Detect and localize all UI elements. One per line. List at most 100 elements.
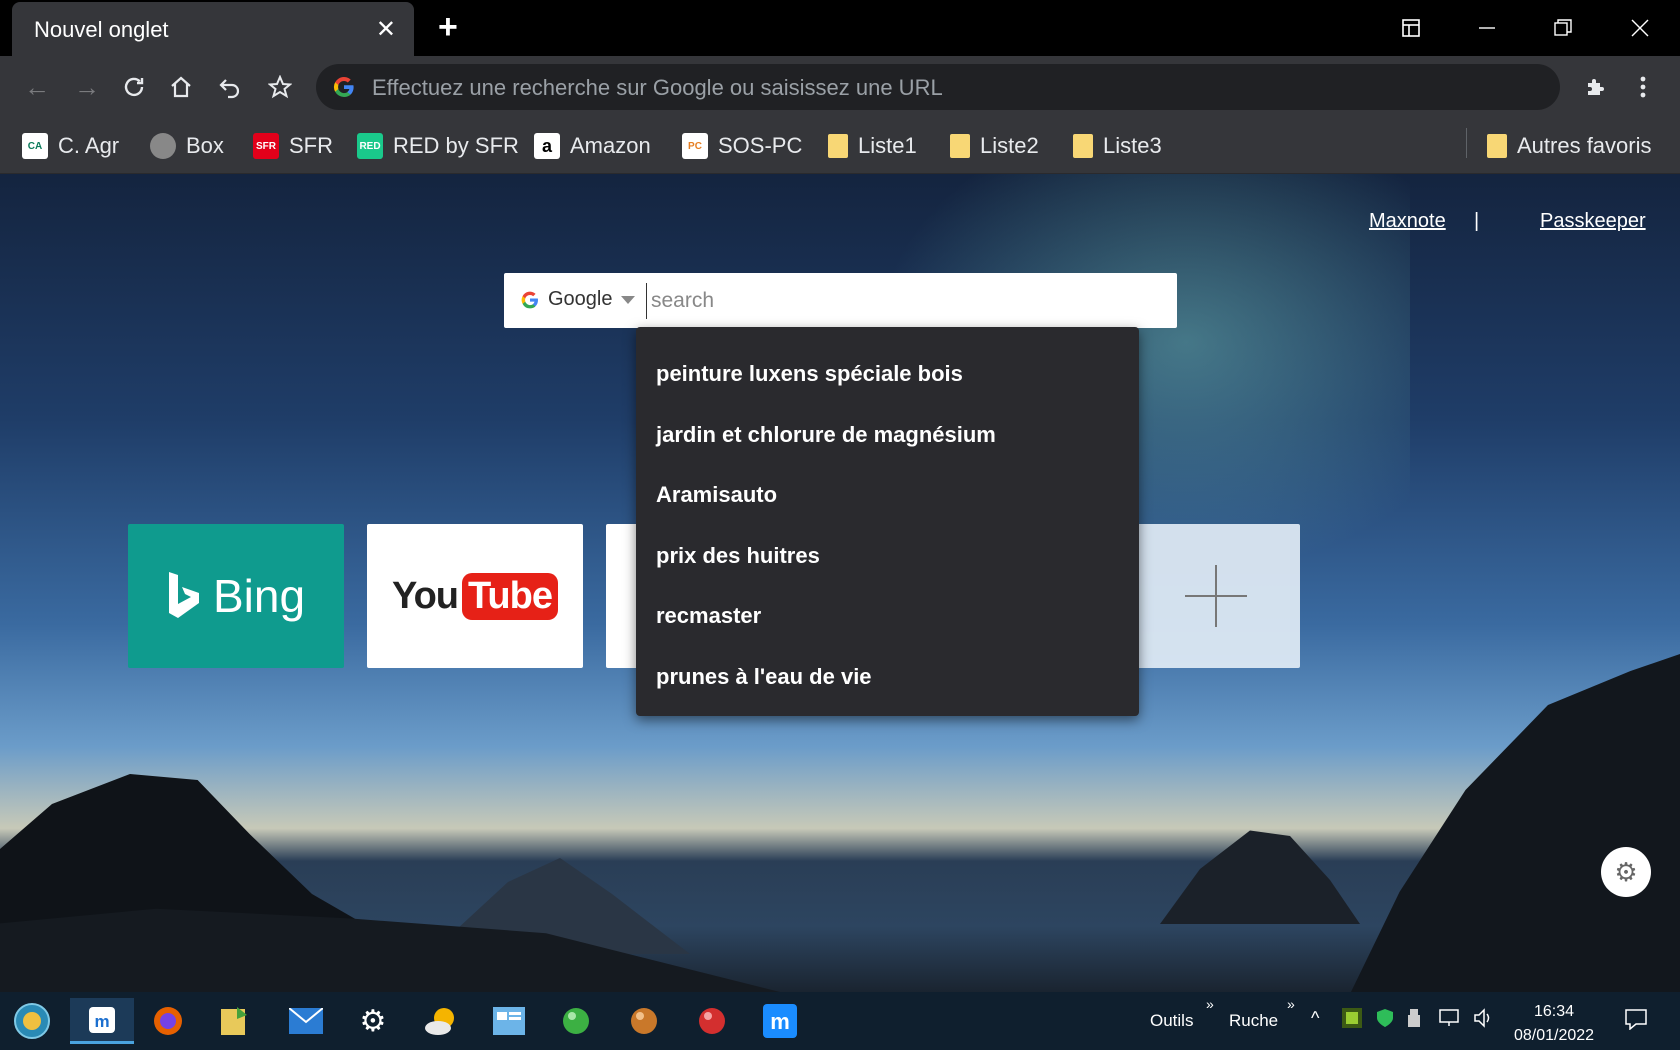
folder-icon xyxy=(828,134,848,158)
plus-icon xyxy=(1185,565,1247,627)
outils-toolbar[interactable]: Outils xyxy=(1150,1011,1193,1031)
suggestion-item[interactable]: peinture luxens spéciale bois xyxy=(636,344,1139,405)
gear-icon[interactable]: ⚙ xyxy=(1601,847,1651,897)
bookmark-sfr[interactable]: SFR SFR xyxy=(253,128,333,164)
background-mountain xyxy=(1350,654,1680,992)
globe-icon xyxy=(150,133,176,159)
bookmark-label: C. Agr xyxy=(58,133,120,158)
search-box: Google xyxy=(504,273,1177,328)
reload-icon[interactable] xyxy=(113,66,155,108)
red-icon: RED xyxy=(357,133,383,159)
add-speed-dial-button[interactable] xyxy=(1132,524,1300,668)
home-icon[interactable] xyxy=(160,66,202,108)
extensions-puzzle-icon[interactable] xyxy=(1575,66,1617,108)
firefox-icon[interactable] xyxy=(145,998,191,1044)
amazon-icon: a xyxy=(534,133,560,159)
taskbar: m ⚙ m Outils » Ruche » ^ 16:34 08/01/202… xyxy=(0,992,1680,1050)
bookmark-label: Liste1 xyxy=(858,133,917,158)
chevron-right-icon[interactable]: » xyxy=(1206,996,1214,1012)
system-clock[interactable]: 16:34 08/01/2022 xyxy=(1504,1000,1604,1048)
suggestion-item[interactable]: Aramisauto xyxy=(636,465,1139,526)
orange-ball-icon[interactable] xyxy=(621,998,667,1044)
shield-icon[interactable] xyxy=(1376,1008,1394,1033)
undo-close-tab-icon[interactable] xyxy=(209,66,251,108)
file-explorer-icon[interactable] xyxy=(211,998,257,1044)
folder-icon xyxy=(1487,134,1507,158)
bookmark-c-agr[interactable]: CA C. Agr xyxy=(22,128,119,164)
bookmark-red-by-sfr[interactable]: RED RED by SFR xyxy=(357,128,519,164)
chevron-up-icon[interactable]: ^ xyxy=(1311,1008,1319,1029)
bookmark-star-icon[interactable] xyxy=(259,66,301,108)
passkeeper-link[interactable]: Passkeeper xyxy=(1540,210,1646,233)
folder-icon xyxy=(950,134,970,158)
close-tab-icon[interactable]: ✕ xyxy=(376,15,396,44)
svg-text:m: m xyxy=(94,1012,109,1031)
search-suggestions: peinture luxens spéciale bois jardin et … xyxy=(636,327,1139,716)
menu-kebab-icon[interactable] xyxy=(1622,66,1664,108)
network-icon[interactable] xyxy=(1438,1008,1462,1033)
volume-icon[interactable] xyxy=(1473,1008,1495,1033)
background-rock xyxy=(1160,830,1360,924)
title-bar: Nouvel onglet ✕ + xyxy=(0,0,1680,56)
suggestion-item[interactable]: jardin et chlorure de magnésium xyxy=(636,405,1139,466)
bookmark-label: Liste2 xyxy=(980,133,1039,158)
bookmark-label: RED by SFR xyxy=(393,133,519,158)
bookmark-folder-other[interactable]: Autres favoris xyxy=(1487,128,1652,164)
red-ball-icon[interactable] xyxy=(689,998,735,1044)
bookmark-box[interactable]: Box xyxy=(150,128,224,164)
browser-window: Nouvel onglet ✕ + ← → Effectuez une rech… xyxy=(0,0,1680,1050)
close-window-icon[interactable] xyxy=(1620,8,1660,48)
forward-arrow-icon[interactable]: → xyxy=(66,66,108,108)
settings-gear-icon[interactable]: ⚙ xyxy=(350,998,396,1044)
suggestion-item[interactable]: recmaster xyxy=(636,586,1139,647)
google-g-icon xyxy=(521,291,538,308)
tab-search-icon[interactable] xyxy=(1391,8,1431,48)
links-separator: | xyxy=(1474,210,1480,232)
bookmark-sos-pc[interactable]: PC SOS-PC xyxy=(682,128,802,164)
browser-toolbar: ← → Effectuez une recherche sur Google o… xyxy=(0,56,1680,118)
search-input[interactable] xyxy=(646,283,1166,319)
suggestion-item[interactable]: prunes à l'eau de vie xyxy=(636,647,1139,708)
bookmark-label: Autres favoris xyxy=(1517,133,1652,158)
bookmark-label: SOS-PC xyxy=(718,133,803,158)
bing-logo-icon xyxy=(168,572,199,618)
youtube-logo-tube: Tube xyxy=(462,572,558,620)
search-engine-name: Google xyxy=(548,288,613,310)
folder-icon xyxy=(1073,134,1093,158)
suggestion-item[interactable]: prix des huitres xyxy=(636,526,1139,587)
maxthon-icon[interactable]: m xyxy=(757,998,803,1044)
weather-icon[interactable] xyxy=(418,998,464,1044)
bookmark-label: SFR xyxy=(289,133,333,158)
bookmark-folder-liste1[interactable]: Liste1 xyxy=(828,128,917,164)
usb-icon[interactable] xyxy=(1406,1008,1422,1033)
bookmarks-bar: CA C. Agr Box SFR SFR RED RED by SFR a A… xyxy=(0,118,1680,174)
credit-agricole-icon: CA xyxy=(22,133,48,159)
tab-new-tab[interactable]: Nouvel onglet ✕ xyxy=(12,2,414,56)
bookmark-folder-liste3[interactable]: Liste3 xyxy=(1073,128,1162,164)
tab-title: Nouvel onglet xyxy=(34,17,169,42)
bing-label: Bing xyxy=(212,570,306,622)
notifications-icon[interactable] xyxy=(1624,1008,1648,1035)
tray-app-icon[interactable] xyxy=(1342,1008,1362,1033)
speed-dial-youtube[interactable]: You Tube xyxy=(367,524,583,668)
clock-time: 16:34 xyxy=(1533,1003,1575,1020)
maxnote-link[interactable]: Maxnote xyxy=(1369,210,1446,233)
back-arrow-icon[interactable]: ← xyxy=(16,66,58,108)
start-menu-icon[interactable] xyxy=(9,998,55,1044)
green-ball-icon[interactable] xyxy=(553,998,599,1044)
control-panel-icon[interactable] xyxy=(486,998,532,1044)
ruche-toolbar[interactable]: Ruche xyxy=(1229,1011,1278,1031)
chevron-right-icon[interactable]: » xyxy=(1287,996,1295,1012)
bookmark-folder-liste2[interactable]: Liste2 xyxy=(950,128,1039,164)
maxthon-taskbar-icon[interactable]: m xyxy=(70,998,134,1044)
chevron-down-icon xyxy=(620,295,635,304)
search-engine-selector[interactable]: Google xyxy=(520,288,635,311)
minimize-icon[interactable] xyxy=(1467,8,1507,48)
bookmarks-divider xyxy=(1466,128,1467,158)
new-tab-plus-icon[interactable]: + xyxy=(438,8,458,47)
restore-icon[interactable] xyxy=(1543,8,1583,48)
address-bar[interactable]: Effectuez une recherche sur Google ou sa… xyxy=(316,64,1560,110)
bookmark-amazon[interactable]: a Amazon xyxy=(534,128,651,164)
speed-dial-bing[interactable]: Bing xyxy=(128,524,344,668)
mail-icon[interactable] xyxy=(283,998,329,1044)
